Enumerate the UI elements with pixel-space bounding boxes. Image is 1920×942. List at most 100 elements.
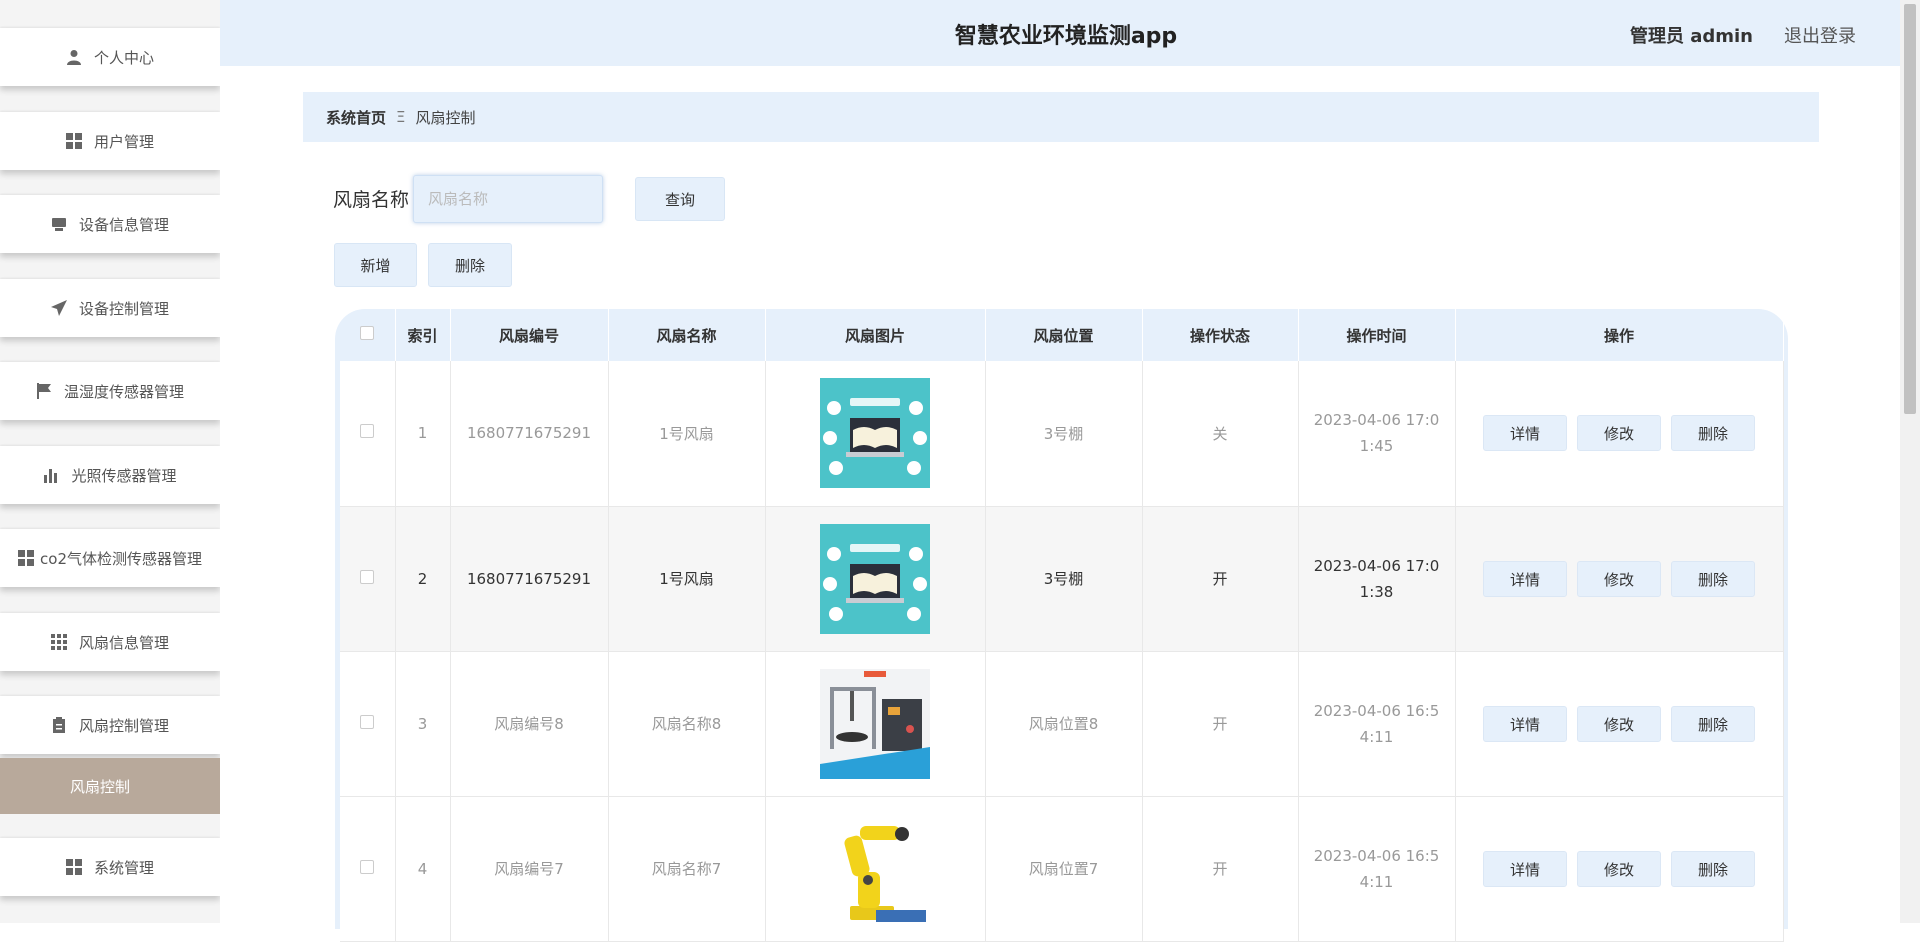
sidebar-subitem-fan-control[interactable]: 风扇控制 xyxy=(0,758,220,814)
fan-image-cell xyxy=(765,651,986,797)
sidebar-item-user-management[interactable]: 用户管理 xyxy=(0,112,220,170)
fan-image-cell xyxy=(765,796,986,942)
add-button[interactable]: 新增 xyxy=(334,243,417,287)
table-header-row: 索引 风扇编号 风扇名称 风扇图片 风扇位置 操作状态 操作时间 操作 xyxy=(340,309,1784,361)
sidebar-item-device-info[interactable]: 设备信息管理 xyxy=(0,195,220,253)
sidebar-item-label: 温湿度传感器管理 xyxy=(63,382,184,401)
fan-name-cell: 风扇名称8 xyxy=(608,651,766,797)
status-cell: 开 xyxy=(1142,506,1299,652)
fan-code-cell: 风扇编号8 xyxy=(450,651,609,797)
bulk-delete-button[interactable]: 删除 xyxy=(428,243,512,287)
column-header: 风扇位置 xyxy=(985,309,1143,361)
sidebar-item-system-management[interactable]: 系统管理 xyxy=(0,838,220,896)
sidebar-item-temp-humidity[interactable]: 温湿度传感器管理 xyxy=(0,362,220,420)
table-row: 4 风扇编号7 风扇名称7 风扇位置7 开 2023-04-06 16:54:1… xyxy=(340,796,1784,942)
row-checkbox[interactable] xyxy=(360,569,375,584)
robot-arm-image xyxy=(820,813,930,924)
fan-location-cell: 风扇位置8 xyxy=(985,651,1143,797)
fan-image-cell xyxy=(765,361,986,507)
breadcrumb-home[interactable]: 系统首页 xyxy=(326,107,386,128)
fan-control-table-container: 索引 风扇编号 风扇名称 风扇图片 风扇位置 操作状态 操作时间 操作 1 16… xyxy=(335,309,1788,942)
actions-cell: 详情 修改 删除 xyxy=(1455,506,1784,652)
detail-button[interactable]: 详情 xyxy=(1483,705,1567,742)
clipboard-icon xyxy=(51,717,67,733)
detail-button[interactable]: 详情 xyxy=(1483,415,1567,452)
time-cell: 2023-04-06 16:54:11 xyxy=(1298,651,1456,797)
fan-location-cell: 3号棚 xyxy=(985,361,1143,507)
sidebar-item-light-sensor[interactable]: 光照传感器管理 xyxy=(0,446,220,504)
edit-button[interactable]: 修改 xyxy=(1577,705,1661,742)
index-cell: 1 xyxy=(395,361,451,507)
fan-location-cell: 风扇位置7 xyxy=(985,796,1143,942)
lab-device-image xyxy=(820,668,930,779)
index-cell: 3 xyxy=(395,651,451,797)
breadcrumb-current: 风扇控制 xyxy=(415,108,476,127)
row-checkbox[interactable] xyxy=(360,424,375,439)
sidebar-item-device-control[interactable]: 设备控制管理 xyxy=(0,279,220,337)
edit-button[interactable]: 修改 xyxy=(1577,560,1661,597)
delete-button[interactable]: 删除 xyxy=(1671,850,1755,887)
sidebar-item-co2-sensor[interactable]: co2气体检测传感器管理 xyxy=(0,529,220,587)
index-cell: 4 xyxy=(395,796,451,942)
page-scrollbar[interactable] xyxy=(1900,0,1920,923)
sidebar-item-label: 系统管理 xyxy=(93,858,154,877)
row-checkbox[interactable] xyxy=(360,859,375,874)
row-checkbox-cell xyxy=(340,506,396,652)
fan-code-cell: 1680771675291 xyxy=(450,506,609,652)
row-checkbox-cell xyxy=(340,361,396,507)
table-row: 3 风扇编号8 风扇名称8 风扇位置8 开 2023-04-06 16:54:1… xyxy=(340,651,1784,797)
detail-button[interactable]: 详情 xyxy=(1483,850,1567,887)
online-education-image xyxy=(820,378,930,489)
grid-icon xyxy=(65,859,82,875)
fan-code-cell: 1680771675291 xyxy=(450,361,609,507)
fan-code-cell: 风扇编号7 xyxy=(450,796,609,942)
edit-button[interactable]: 修改 xyxy=(1577,415,1661,452)
status-cell: 关 xyxy=(1142,361,1299,507)
sidebar-item-fan-info[interactable]: 风扇信息管理 xyxy=(0,613,220,671)
column-header: 风扇名称 xyxy=(608,309,766,361)
column-header: 风扇编号 xyxy=(450,309,609,361)
time-cell: 2023-04-06 17:01:45 xyxy=(1298,361,1456,507)
top-bar: 智慧农业环境监测app 管理员 admin 退出登录 xyxy=(220,0,1900,66)
actions-cell: 详情 修改 删除 xyxy=(1455,361,1784,507)
table-row: 2 1680771675291 1号风扇 3号棚 开 2023-04-06 17… xyxy=(340,506,1784,652)
sidebar: 个人中心 用户管理 设备信息管理 设备控制管理 温湿度传感器管理 光照传感器管理… xyxy=(0,0,220,923)
select-all-cell xyxy=(340,309,396,361)
index-cell: 2 xyxy=(395,506,451,652)
query-button[interactable]: 查询 xyxy=(635,177,725,221)
fan-image-cell xyxy=(765,506,986,652)
detail-button[interactable]: 详情 xyxy=(1483,560,1567,597)
time-cell: 2023-04-06 16:54:11 xyxy=(1298,796,1456,942)
fan-control-table: 索引 风扇编号 风扇名称 风扇图片 风扇位置 操作状态 操作时间 操作 1 16… xyxy=(340,309,1784,942)
breadcrumb: 系统首页 Ξ 风扇控制 xyxy=(303,92,1819,142)
sidebar-item-label: 设备信息管理 xyxy=(78,215,169,234)
sidebar-item-fan-control-management[interactable]: 风扇控制管理 xyxy=(0,696,220,754)
table-row: 1 1680771675291 1号风扇 3号棚 关 2023-04-06 17… xyxy=(340,361,1784,507)
search-input[interactable] xyxy=(413,175,603,223)
row-checkbox-cell xyxy=(340,651,396,797)
sidebar-item-personal-center[interactable]: 个人中心 xyxy=(0,28,220,86)
online-education-image xyxy=(820,523,930,634)
sidebar-subitem-label: 风扇控制 xyxy=(69,777,130,796)
fan-name-cell: 风扇名称7 xyxy=(608,796,766,942)
row-checkbox[interactable] xyxy=(360,714,375,729)
logout-link[interactable]: 退出登录 xyxy=(1784,22,1856,48)
user-info: 管理员 admin xyxy=(1629,26,1753,47)
search-label: 风扇名称 xyxy=(333,189,410,211)
flag-icon xyxy=(36,383,52,399)
column-header: 操作 xyxy=(1455,309,1784,361)
scrollbar-thumb[interactable] xyxy=(1904,4,1916,414)
actions-cell: 详情 修改 删除 xyxy=(1455,651,1784,797)
sidebar-item-label: 用户管理 xyxy=(93,132,154,151)
delete-button[interactable]: 删除 xyxy=(1671,415,1755,452)
select-all-checkbox[interactable] xyxy=(360,326,375,340)
delete-button[interactable]: 删除 xyxy=(1671,705,1755,742)
breadcrumb-separator: Ξ xyxy=(396,108,406,126)
sidebar-item-label: co2气体检测传感器管理 xyxy=(40,549,202,568)
status-cell: 开 xyxy=(1142,651,1299,797)
person-icon xyxy=(66,49,82,65)
column-header: 操作状态 xyxy=(1142,309,1299,361)
delete-button[interactable]: 删除 xyxy=(1671,560,1755,597)
edit-button[interactable]: 修改 xyxy=(1577,850,1661,887)
sidebar-item-label: 风扇信息管理 xyxy=(78,633,169,652)
